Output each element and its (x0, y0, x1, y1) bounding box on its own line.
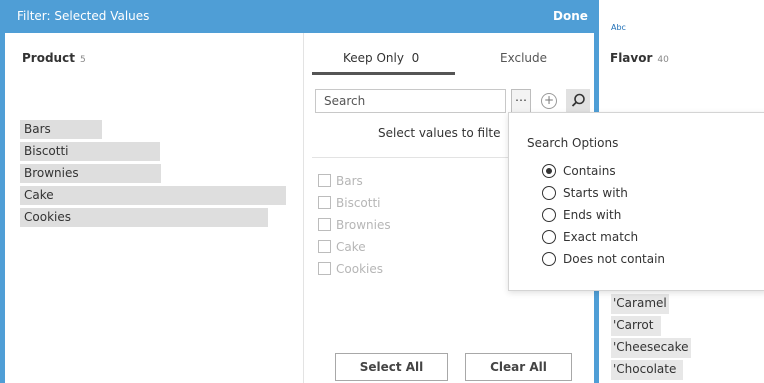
flavor-item-caramel[interactable]: 'Caramel (611, 294, 669, 314)
product-count: 5 (79, 55, 86, 65)
option-exact-match[interactable]: Exact match (542, 230, 638, 250)
active-tab-indicator (312, 72, 455, 75)
option-label: Ends with (563, 208, 622, 222)
value-item-cookies[interactable]: Cookies (318, 262, 383, 280)
flavor-title-text: Flavor (610, 51, 653, 65)
option-does-not-contain[interactable]: Does not contain (542, 252, 665, 272)
clear-all-button[interactable]: Clear All (465, 353, 572, 381)
flavor-item-carrot[interactable]: 'Carrot (611, 316, 661, 336)
product-item-cake[interactable]: Cake (20, 186, 286, 205)
radio-icon[interactable] (542, 208, 556, 222)
tab-keep-only-label: Keep Only (343, 51, 404, 65)
flavor-pane-title: Flavor 40 (610, 51, 669, 65)
checkbox[interactable] (318, 240, 331, 253)
tab-keep-only[interactable]: Keep Only 0 (343, 51, 419, 65)
value-label: Cookies (336, 262, 383, 276)
value-label: Bars (336, 174, 363, 188)
divider (312, 157, 512, 158)
option-label: Contains (563, 164, 616, 178)
checkbox[interactable] (318, 218, 331, 231)
ellipsis-icon[interactable]: ⋯ (511, 89, 531, 113)
option-contains[interactable]: Contains (542, 164, 616, 184)
helper-text: Select values to filte (378, 126, 501, 140)
radio-icon[interactable] (542, 252, 556, 266)
product-item-cookies[interactable]: Cookies (20, 208, 268, 227)
search-options-popup: Search Options Contains Starts with Ends… (508, 112, 764, 291)
checkbox[interactable] (318, 262, 331, 275)
option-starts-with[interactable]: Starts with (542, 186, 628, 206)
flavor-item-chocolate[interactable]: 'Chocolate (611, 360, 683, 380)
product-pane-title: Product 5 (22, 51, 86, 65)
flavor-item-cheesecake[interactable]: 'Cheesecake (611, 338, 691, 358)
option-ends-with[interactable]: Ends with (542, 208, 621, 228)
radio-icon[interactable] (542, 186, 556, 200)
product-item-brownies[interactable]: Brownies (20, 164, 161, 183)
string-type-icon: Abc (611, 23, 626, 32)
value-item-cake[interactable]: Cake (318, 240, 366, 258)
radio-selected-icon[interactable] (542, 164, 556, 178)
option-label: Starts with (563, 186, 628, 200)
search-input[interactable]: Search (315, 89, 506, 113)
product-title-text: Product (22, 51, 75, 65)
value-label: Biscotti (336, 196, 381, 210)
value-item-brownies[interactable]: Brownies (318, 218, 391, 236)
option-label: Exact match (563, 230, 639, 244)
tab-exclude[interactable]: Exclude (500, 51, 547, 65)
value-label: Cake (336, 240, 366, 254)
done-button[interactable]: Done (553, 9, 588, 23)
magnifier-icon[interactable] (566, 89, 590, 113)
dialog-header: Filter: Selected Values Done (5, 0, 594, 33)
value-label: Brownies (336, 218, 391, 232)
option-label: Does not contain (563, 252, 666, 266)
checkbox[interactable] (318, 196, 331, 209)
search-options-title: Search Options (527, 136, 619, 150)
value-item-bars[interactable]: Bars (318, 174, 363, 192)
radio-icon[interactable] (542, 230, 556, 244)
product-item-bars[interactable]: Bars (20, 120, 102, 139)
plus-circle-icon[interactable]: + (541, 93, 557, 109)
flavor-count: 40 (657, 55, 669, 65)
product-item-biscotti[interactable]: Biscotti (20, 142, 160, 161)
dialog-title: Filter: Selected Values (17, 9, 150, 23)
select-all-button[interactable]: Select All (335, 353, 448, 381)
value-item-biscotti[interactable]: Biscotti (318, 196, 381, 214)
product-pane: Product 5 Bars Biscotti Brownies Cake Coo… (5, 33, 304, 383)
checkbox[interactable] (318, 174, 331, 187)
tab-keep-only-count: 0 (411, 51, 420, 65)
